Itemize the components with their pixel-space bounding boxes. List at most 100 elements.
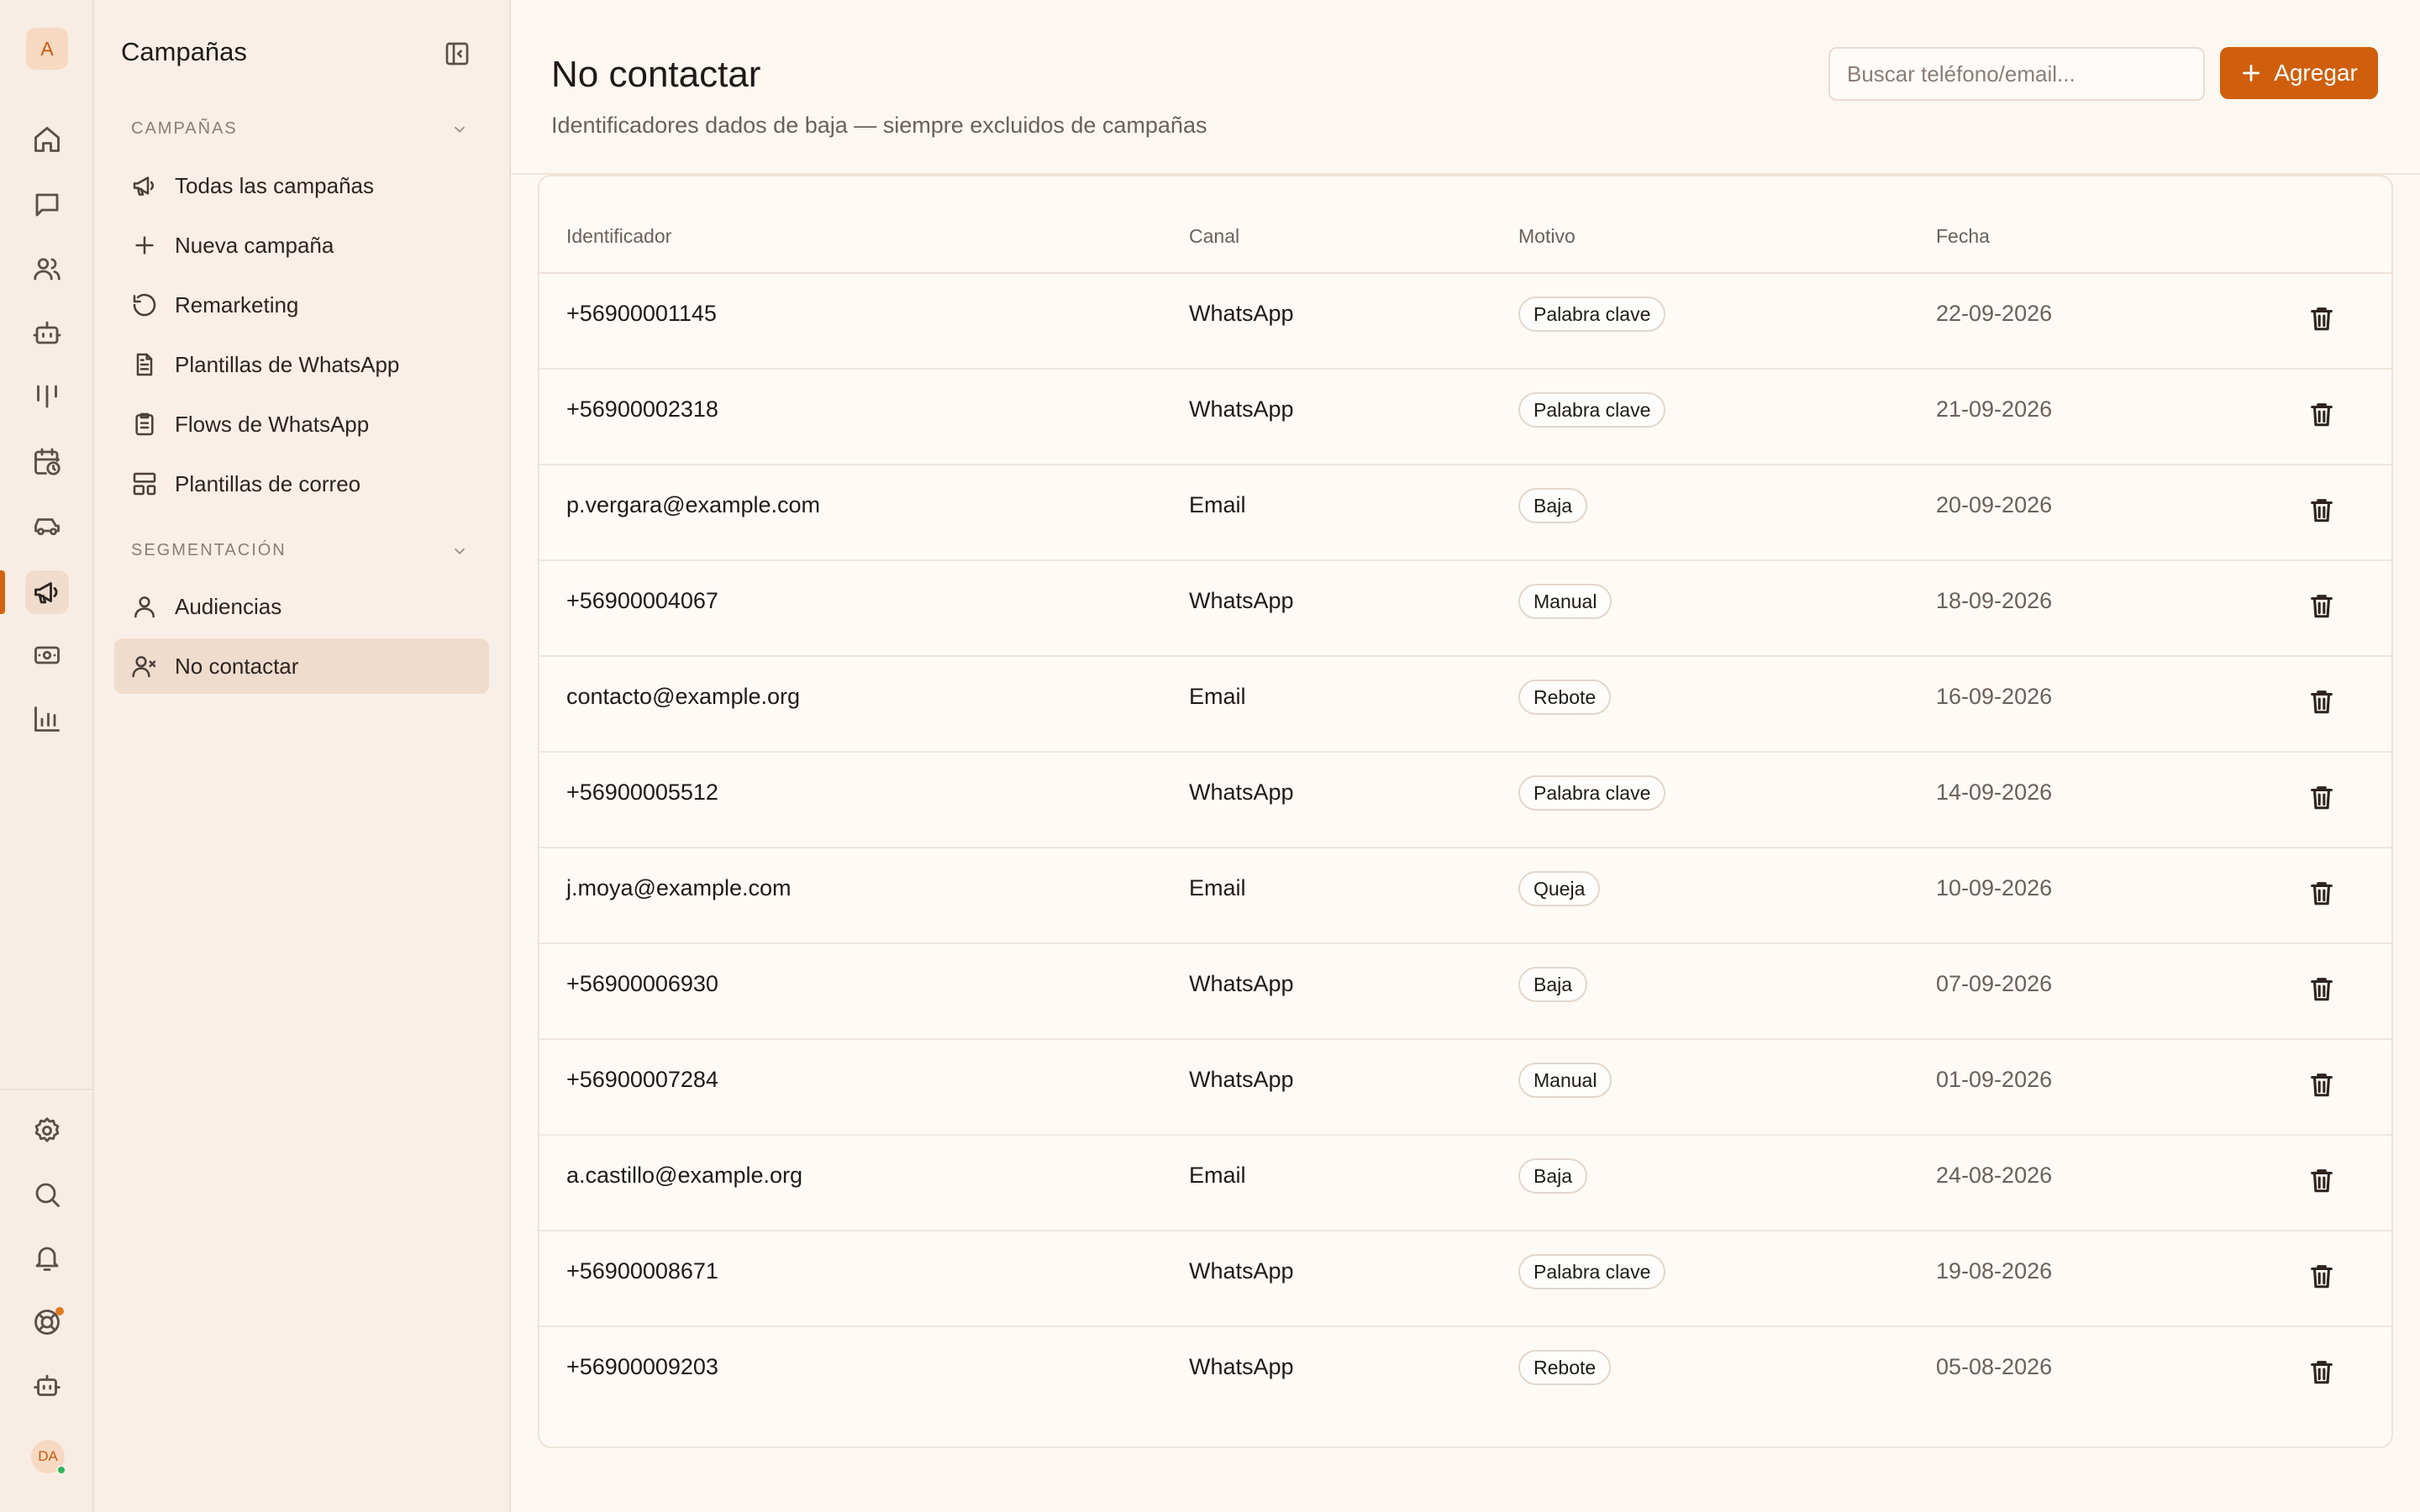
megaphone-icon[interactable] bbox=[25, 570, 69, 614]
rail-divider bbox=[0, 1089, 94, 1090]
workspace-badge[interactable]: A bbox=[26, 28, 68, 70]
search-input[interactable] bbox=[1828, 47, 2205, 101]
date-cell: 05-08-2026 bbox=[1936, 1354, 2053, 1379]
sidebar-title: Campañas bbox=[121, 37, 247, 66]
reason-badge: Queja bbox=[1518, 871, 1601, 906]
chevron-down-icon[interactable] bbox=[450, 120, 469, 139]
sidebar-item-label: Plantillas de WhatsApp bbox=[175, 351, 400, 377]
identifier-cell: +56900001145 bbox=[566, 301, 717, 326]
date-cell: 18-09-2026 bbox=[1936, 588, 2053, 613]
delete-button[interactable] bbox=[2306, 1164, 2338, 1196]
channel-cell: WhatsApp bbox=[1189, 396, 1294, 422]
online-status-dot bbox=[56, 1465, 66, 1475]
trash-icon bbox=[2307, 1262, 2336, 1290]
delete-button[interactable] bbox=[2306, 1068, 2338, 1100]
trash-icon bbox=[2307, 1070, 2336, 1099]
chat-icon[interactable] bbox=[25, 183, 69, 227]
settings-icon[interactable] bbox=[25, 1109, 69, 1152]
delete-button[interactable] bbox=[2306, 973, 2338, 1005]
delete-button[interactable] bbox=[2306, 877, 2338, 909]
identifier-cell: j.moya@example.com bbox=[566, 875, 792, 900]
icon-rail: A DA bbox=[0, 0, 94, 1512]
delete-button[interactable] bbox=[2306, 494, 2338, 526]
trash-icon bbox=[2307, 879, 2336, 907]
delete-button[interactable] bbox=[2306, 302, 2338, 334]
date-cell: 21-09-2026 bbox=[1936, 396, 2053, 422]
sidebar-item-label: Remarketing bbox=[175, 291, 299, 318]
sidebar-item-label: Nueva campaña bbox=[175, 232, 334, 258]
bot-icon[interactable] bbox=[25, 311, 69, 354]
sidebar-item-flows-whatsapp[interactable]: Flows de WhatsApp bbox=[114, 396, 489, 452]
rotate-ccw-icon bbox=[133, 293, 156, 317]
column-header-motivo[interactable]: Motivo bbox=[1518, 225, 1576, 248]
trash-icon bbox=[2307, 974, 2336, 1003]
date-cell: 10-09-2026 bbox=[1936, 875, 2053, 900]
collapse-sidebar-icon[interactable] bbox=[444, 40, 471, 67]
delete-button[interactable] bbox=[2306, 685, 2338, 717]
identifier-cell: +56900004067 bbox=[566, 588, 718, 613]
identifier-cell: +56900005512 bbox=[566, 780, 718, 805]
channel-cell: WhatsApp bbox=[1189, 301, 1294, 326]
reason-badge: Palabra clave bbox=[1518, 1254, 1666, 1289]
delete-button[interactable] bbox=[2306, 1260, 2338, 1292]
sidebar: Campañas CAMPAÑAS Todas las campañas Nue… bbox=[94, 0, 511, 1512]
kanban-icon[interactable] bbox=[25, 375, 69, 418]
reason-badge: Palabra clave bbox=[1518, 392, 1666, 428]
sidebar-item-plantillas-whatsapp[interactable]: Plantillas de WhatsApp bbox=[114, 337, 489, 392]
column-header-canal[interactable]: Canal bbox=[1189, 225, 1239, 248]
channel-cell: Email bbox=[1189, 684, 1246, 709]
assistant-icon[interactable] bbox=[25, 1364, 69, 1408]
reason-badge: Baja bbox=[1518, 1158, 1588, 1194]
identifier-cell: p.vergara@example.com bbox=[566, 492, 821, 517]
sidebar-item-todas-las-campanas[interactable]: Todas las campañas bbox=[114, 158, 489, 213]
reason-badge: Palabra clave bbox=[1518, 775, 1666, 811]
delete-button[interactable] bbox=[2306, 1356, 2338, 1388]
table-row: j.moya@example.com Email Queja 10-09-2026 bbox=[539, 848, 2391, 944]
date-cell: 07-09-2026 bbox=[1936, 971, 2053, 996]
column-header-fecha[interactable]: Fecha bbox=[1936, 225, 1990, 248]
user-avatar[interactable]: DA bbox=[31, 1440, 66, 1475]
channel-cell: WhatsApp bbox=[1189, 588, 1294, 613]
sidebar-item-label: Todas las campañas bbox=[175, 172, 375, 198]
reason-badge: Manual bbox=[1518, 584, 1612, 619]
trash-icon bbox=[2307, 783, 2336, 811]
table-row: +56900005512 WhatsApp Palabra clave 14-09-2… bbox=[539, 753, 2391, 848]
table-row: +56900007284 WhatsApp Manual 01-09-2026 bbox=[539, 1040, 2391, 1136]
channel-cell: Email bbox=[1189, 1163, 1246, 1188]
lifebuoy-icon[interactable] bbox=[25, 1300, 69, 1344]
bar-chart-icon[interactable] bbox=[25, 697, 69, 741]
delete-button[interactable] bbox=[2306, 590, 2338, 622]
date-cell: 24-08-2026 bbox=[1936, 1163, 2053, 1188]
channel-cell: Email bbox=[1189, 492, 1246, 517]
delete-button[interactable] bbox=[2306, 781, 2338, 813]
channel-cell: WhatsApp bbox=[1189, 1354, 1294, 1379]
bell-icon[interactable] bbox=[25, 1236, 69, 1280]
column-header-identificador[interactable]: Identificador bbox=[566, 225, 671, 248]
megaphone-icon bbox=[133, 176, 154, 196]
user-initials: DA bbox=[38, 1448, 58, 1464]
table-header: Identificador Canal Motivo Fecha bbox=[539, 176, 2391, 274]
plus-icon bbox=[2243, 64, 2260, 82]
chevron-down-icon[interactable] bbox=[450, 542, 469, 560]
add-button[interactable]: Agregar bbox=[2220, 47, 2378, 99]
calendar-clock-icon[interactable] bbox=[25, 440, 69, 484]
identifier-cell: +56900002318 bbox=[566, 396, 718, 422]
identifier-cell: a.castillo@example.org bbox=[566, 1163, 803, 1188]
delete-button[interactable] bbox=[2306, 398, 2338, 430]
cash-icon[interactable] bbox=[25, 633, 69, 677]
sidebar-item-nueva-campana[interactable]: Nueva campaña bbox=[114, 218, 489, 273]
user-icon bbox=[134, 596, 155, 618]
user-x-icon bbox=[132, 656, 156, 678]
users-icon[interactable] bbox=[25, 247, 69, 291]
search-icon[interactable] bbox=[25, 1173, 69, 1216]
sidebar-item-plantillas-correo[interactable]: Plantillas de correo bbox=[114, 456, 489, 512]
sidebar-item-no-contactar[interactable]: No contactar bbox=[114, 638, 489, 694]
section-label-segmentacion: SEGMENTACIÓN bbox=[131, 541, 287, 559]
page-title: No contactar bbox=[551, 54, 761, 95]
date-cell: 14-09-2026 bbox=[1936, 780, 2053, 805]
sidebar-item-audiencias[interactable]: Audiencias bbox=[114, 579, 489, 634]
sidebar-item-remarketing[interactable]: Remarketing bbox=[114, 277, 489, 333]
channel-cell: WhatsApp bbox=[1189, 780, 1294, 805]
car-icon[interactable] bbox=[25, 504, 69, 548]
home-icon[interactable] bbox=[25, 118, 69, 161]
